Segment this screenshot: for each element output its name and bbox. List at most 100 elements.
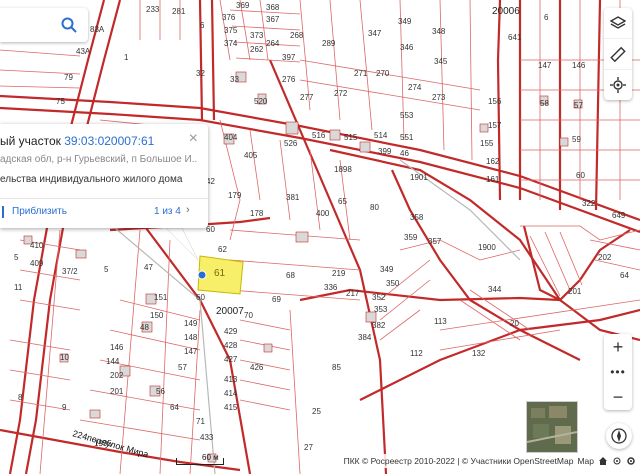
zoom-out-button[interactable]: − xyxy=(604,384,632,410)
svg-text:271: 271 xyxy=(354,69,368,78)
cadastral-number[interactable]: 39:03:020007:61 xyxy=(64,134,154,148)
svg-text:178: 178 xyxy=(250,209,264,218)
svg-text:649: 649 xyxy=(612,211,626,220)
svg-text:373: 373 xyxy=(250,31,264,40)
svg-text:514: 514 xyxy=(374,131,388,140)
svg-text:374: 374 xyxy=(224,39,238,48)
svg-text:350: 350 xyxy=(386,279,400,288)
layers-button[interactable] xyxy=(604,8,632,39)
svg-text:56: 56 xyxy=(156,387,165,396)
svg-text:112: 112 xyxy=(410,349,423,358)
svg-text:367: 367 xyxy=(266,15,280,24)
zoom-controls: + ••• − xyxy=(604,334,632,410)
svg-text:352: 352 xyxy=(372,293,386,302)
svg-text:46: 46 xyxy=(400,149,409,158)
svg-text:1898: 1898 xyxy=(334,165,352,174)
target-icon[interactable] xyxy=(612,456,622,466)
svg-text:20: 20 xyxy=(510,319,519,328)
svg-text:70: 70 xyxy=(244,311,253,320)
svg-text:202: 202 xyxy=(598,253,612,262)
svg-text:65: 65 xyxy=(338,197,347,206)
settings-icon[interactable] xyxy=(626,456,636,466)
svg-text:69: 69 xyxy=(272,295,281,304)
svg-text:151: 151 xyxy=(154,293,168,302)
svg-text:428: 428 xyxy=(224,341,238,350)
locate-button[interactable] xyxy=(604,70,632,100)
svg-text:60: 60 xyxy=(576,171,585,180)
svg-text:59: 59 xyxy=(572,135,581,144)
svg-text:132: 132 xyxy=(472,349,486,358)
svg-text:156: 156 xyxy=(488,97,502,106)
svg-text:433: 433 xyxy=(200,433,214,442)
svg-text:57: 57 xyxy=(574,101,583,110)
search-icon[interactable] xyxy=(60,16,78,34)
svg-text:289: 289 xyxy=(322,39,336,48)
svg-text:43А: 43А xyxy=(76,47,91,56)
svg-text:233: 233 xyxy=(146,5,160,14)
svg-text:270: 270 xyxy=(376,69,390,78)
svg-text:274: 274 xyxy=(408,83,422,92)
svg-text:57: 57 xyxy=(178,363,187,372)
svg-text:20007: 20007 xyxy=(216,306,244,317)
svg-text:48: 48 xyxy=(140,323,149,332)
svg-text:348: 348 xyxy=(432,27,446,36)
home-icon[interactable] xyxy=(598,456,608,466)
ruler-button[interactable] xyxy=(604,39,632,70)
scale-label: 60 м xyxy=(202,453,219,462)
svg-text:1901: 1901 xyxy=(410,173,428,182)
ruler-icon xyxy=(610,46,626,62)
crosshair-icon xyxy=(610,77,626,93)
svg-text:426: 426 xyxy=(250,363,264,372)
svg-text:369: 369 xyxy=(236,1,250,10)
parcel-marker[interactable] xyxy=(197,270,207,280)
next-result-icon[interactable]: › xyxy=(186,204,190,216)
svg-text:8: 8 xyxy=(18,393,23,402)
result-counter: 1 из 4 xyxy=(154,206,181,217)
svg-text:262: 262 xyxy=(250,45,264,54)
svg-text:272: 272 xyxy=(334,89,348,98)
svg-text:281: 281 xyxy=(172,7,186,16)
svg-text:201: 201 xyxy=(110,387,124,396)
parcel-usage: ельства индивидуального жилого дома xyxy=(0,174,183,185)
svg-text:414: 414 xyxy=(224,389,238,398)
svg-text:11: 11 xyxy=(14,283,23,292)
attribution-text: ПКК © Росреестр 2010-2022 | © Участники … xyxy=(343,456,574,466)
search-box[interactable] xyxy=(0,8,88,42)
zoom-in-button[interactable]: + xyxy=(604,334,632,360)
svg-text:155: 155 xyxy=(480,139,494,148)
svg-text:336: 336 xyxy=(324,283,338,292)
svg-text:80: 80 xyxy=(370,203,379,212)
svg-text:147: 147 xyxy=(184,347,198,356)
map-label[interactable]: Map xyxy=(577,456,594,466)
svg-text:349: 349 xyxy=(398,17,412,26)
divider xyxy=(0,198,208,199)
svg-text:515: 515 xyxy=(344,133,358,142)
svg-text:349: 349 xyxy=(380,265,394,274)
svg-text:268: 268 xyxy=(290,31,304,40)
satellite-preview xyxy=(527,402,577,452)
svg-text:179: 179 xyxy=(228,191,242,200)
compass-button[interactable] xyxy=(606,423,632,449)
svg-text:347: 347 xyxy=(368,29,382,38)
parcel-info-popup: ый участок 39:03:020007:61 × адская обл,… xyxy=(0,124,208,228)
svg-text:202: 202 xyxy=(110,371,124,380)
svg-text:5: 5 xyxy=(104,265,109,274)
svg-text:1900: 1900 xyxy=(478,243,496,252)
svg-text:6: 6 xyxy=(200,21,205,30)
svg-text:413: 413 xyxy=(224,375,238,384)
svg-text:146: 146 xyxy=(110,343,124,352)
zoom-to-link[interactable]: Приблизить xyxy=(12,206,67,217)
close-icon[interactable]: × xyxy=(189,130,198,148)
svg-text:405: 405 xyxy=(244,151,258,160)
more-options-button[interactable]: ••• xyxy=(604,360,632,384)
svg-text:381: 381 xyxy=(286,193,300,202)
svg-text:400: 400 xyxy=(316,209,330,218)
svg-text:429: 429 xyxy=(224,327,238,336)
svg-text:9: 9 xyxy=(62,403,67,412)
svg-text:58: 58 xyxy=(540,99,549,108)
basemap-switcher-thumbnail[interactable] xyxy=(526,401,578,453)
svg-text:75: 75 xyxy=(56,97,65,106)
svg-text:68: 68 xyxy=(286,271,295,280)
svg-text:37/2: 37/2 xyxy=(62,267,78,276)
svg-text:353: 353 xyxy=(374,305,388,314)
